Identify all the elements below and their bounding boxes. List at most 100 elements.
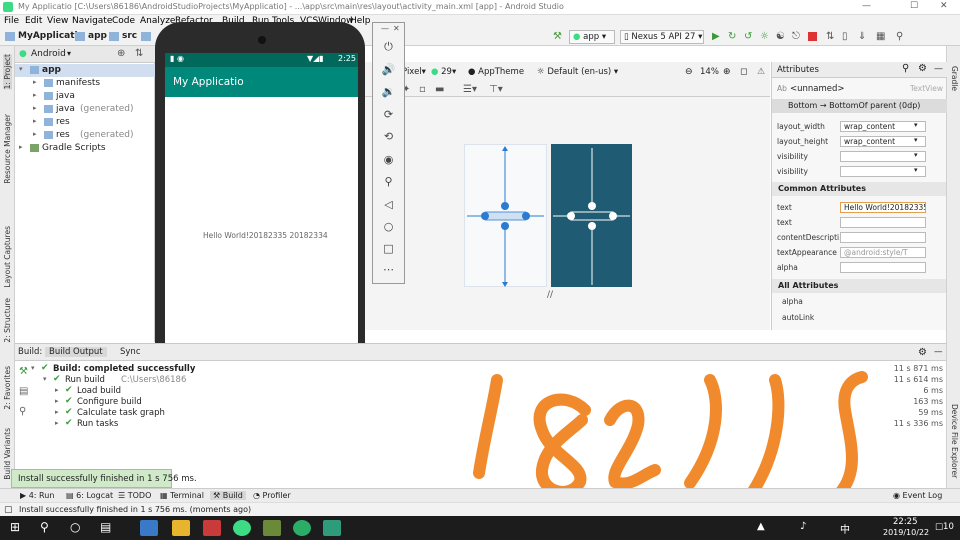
minimize-icon[interactable]: — bbox=[862, 1, 871, 11]
infer-constraints-icon[interactable]: ▬ bbox=[435, 84, 444, 95]
attribute-value-input[interactable] bbox=[840, 262, 926, 273]
chevron-down-icon[interactable]: ▾ bbox=[914, 166, 918, 174]
gradle-tab[interactable]: Gradle bbox=[950, 66, 959, 91]
apply-code-icon[interactable]: ↺ bbox=[744, 31, 752, 42]
maximize-icon[interactable]: ☐ bbox=[910, 1, 918, 11]
intellij-icon[interactable] bbox=[203, 520, 221, 536]
expand-arrow-icon[interactable]: ▸ bbox=[33, 78, 37, 86]
rotate-left-icon[interactable]: ⟳ bbox=[373, 108, 404, 121]
tree-item[interactable]: ▸ res (generated) bbox=[15, 129, 155, 142]
zoom-in-icon[interactable]: ⊕ bbox=[723, 67, 731, 77]
event-log-tab[interactable]: ◉ Event Log bbox=[893, 491, 942, 500]
volume-icon[interactable]: ♪ bbox=[800, 521, 806, 532]
breadcrumb-app[interactable]: app bbox=[88, 31, 107, 41]
apply-changes-icon[interactable]: ↻ bbox=[728, 31, 736, 42]
structure-icon[interactable]: ▦ bbox=[876, 31, 885, 42]
tree-item[interactable]: ▸ res bbox=[15, 116, 155, 129]
taskbar-time[interactable]: 22:25 bbox=[893, 517, 918, 527]
expand-arrow-icon[interactable]: ▾ bbox=[43, 375, 47, 383]
device-select[interactable]: ▯ Nexus 5 API 27 ▾ bbox=[620, 30, 704, 44]
apps-icon[interactable]: ▤ bbox=[100, 520, 111, 534]
theme-select[interactable]: ● AppTheme bbox=[468, 67, 524, 77]
minimize-icon[interactable]: — bbox=[381, 24, 389, 33]
pin-icon[interactable]: ⚲ bbox=[19, 406, 26, 417]
structure-tab[interactable]: 2: Structure bbox=[3, 298, 12, 343]
rebuild-icon[interactable]: ⚒ bbox=[19, 366, 28, 377]
tree-item[interactable]: ▸ manifests bbox=[15, 77, 155, 90]
tab-build-output[interactable]: Build Output bbox=[45, 347, 107, 357]
back-icon[interactable]: ◁ bbox=[373, 198, 404, 211]
task-view-icon[interactable]: ○ bbox=[70, 520, 80, 534]
taskbar-date[interactable]: 2019/10/22 bbox=[883, 528, 929, 537]
minimize-panel-icon[interactable]: — bbox=[934, 64, 943, 74]
build-step[interactable]: Configure build bbox=[77, 397, 142, 407]
chevron-down-icon[interactable]: ▾ bbox=[67, 49, 71, 58]
gear-icon[interactable]: ⚙ bbox=[918, 347, 927, 358]
emulator-taskbar-icon[interactable] bbox=[323, 520, 341, 536]
breadcrumb-src[interactable]: src bbox=[122, 31, 137, 41]
power-icon[interactable]: ⏻ bbox=[373, 40, 404, 54]
tab-sync[interactable]: Sync bbox=[120, 347, 141, 357]
locate-icon[interactable]: ⊕ bbox=[117, 48, 125, 59]
attribute-value-input[interactable] bbox=[840, 232, 926, 243]
expand-arrow-icon[interactable]: ▸ bbox=[55, 419, 59, 427]
expand-arrow-icon[interactable]: ▸ bbox=[19, 143, 23, 151]
build-step[interactable]: Build: completed successfully bbox=[53, 364, 195, 374]
breadcrumb-project[interactable]: MyApplicatio bbox=[18, 31, 84, 41]
run-config-select[interactable]: ● app ▾ bbox=[569, 30, 615, 44]
device-file-explorer-tab[interactable]: Device File Explorer bbox=[950, 404, 959, 478]
tab-profiler[interactable]: ◔ Profiler bbox=[253, 491, 291, 500]
guidelines-icon[interactable]: ⊤▾ bbox=[489, 84, 503, 95]
tab-terminal[interactable]: ▦ Terminal bbox=[160, 491, 204, 500]
close-icon[interactable]: ✕ bbox=[940, 1, 948, 11]
expand-arrow-icon[interactable]: ▸ bbox=[55, 386, 59, 394]
windows-start-icon[interactable]: ⊞ bbox=[10, 520, 20, 534]
attribute-value-input[interactable]: Hello World!20182335 bbox=[840, 202, 926, 213]
edge-app-icon[interactable] bbox=[140, 520, 158, 536]
expand-arrow-icon[interactable]: ▸ bbox=[55, 408, 59, 416]
screenshot-icon[interactable]: ◉ bbox=[373, 153, 404, 166]
menu-code[interactable]: Code bbox=[112, 16, 135, 26]
run-icon[interactable]: ▶ bbox=[712, 31, 720, 42]
close-icon[interactable]: ✕ bbox=[393, 24, 400, 33]
attribute-value-input[interactable] bbox=[840, 217, 926, 228]
android-studio-taskbar-icon[interactable] bbox=[263, 520, 281, 536]
tree-item[interactable]: ▸ Gradle Scripts bbox=[15, 142, 155, 155]
search-icon[interactable]: ⚲ bbox=[902, 63, 909, 74]
home-icon[interactable]: ○ bbox=[373, 220, 404, 233]
api-select[interactable]: ● 29▾ bbox=[431, 67, 456, 77]
ime-icon[interactable]: 中 bbox=[840, 521, 850, 536]
all-attributes-header[interactable]: All Attributes bbox=[772, 279, 946, 293]
tree-item[interactable]: ▾ app bbox=[15, 64, 155, 77]
attach-icon[interactable]: ⎋ bbox=[792, 31, 800, 42]
overview-icon[interactable]: □ bbox=[373, 242, 404, 255]
debug-icon[interactable]: ☼ bbox=[760, 31, 769, 42]
expand-arrow-icon[interactable]: ▸ bbox=[33, 104, 37, 112]
chevron-down-icon[interactable]: ▾ bbox=[914, 151, 918, 159]
expand-arrow-icon[interactable]: ▸ bbox=[33, 130, 37, 138]
menu-navigate[interactable]: Navigate bbox=[72, 16, 112, 26]
locale-select[interactable]: ☼ Default (en-us) ▾ bbox=[537, 67, 618, 77]
project-view-select[interactable]: Android bbox=[31, 49, 66, 59]
build-step[interactable]: Calculate task graph bbox=[77, 408, 165, 418]
network-icon[interactable]: ▲ bbox=[757, 521, 765, 532]
search-icon[interactable]: ⚲ bbox=[896, 31, 903, 42]
expand-arrow-icon[interactable]: ▾ bbox=[31, 364, 35, 372]
zoom-fit-icon[interactable]: ◻ bbox=[740, 67, 747, 77]
build-step[interactable]: Load build bbox=[77, 386, 121, 396]
common-attributes-header[interactable]: Common Attributes bbox=[772, 182, 946, 196]
hammer-icon[interactable]: ⚒ bbox=[553, 31, 562, 42]
build-step[interactable]: Run build bbox=[65, 375, 105, 385]
file-explorer-icon[interactable] bbox=[172, 520, 190, 536]
status-icon[interactable]: ▢ bbox=[4, 505, 13, 515]
menu-view[interactable]: View bbox=[47, 16, 68, 26]
wechat-icon[interactable] bbox=[293, 520, 311, 536]
profile-icon[interactable]: ☯ bbox=[776, 31, 785, 42]
zoom-out-icon[interactable]: ⊖ bbox=[685, 67, 693, 77]
resource-manager-tab[interactable]: Resource Manager bbox=[3, 114, 12, 184]
stop-icon[interactable] bbox=[808, 32, 817, 41]
clear-constraints-icon[interactable]: ▫ bbox=[419, 84, 426, 95]
expand-arrow-icon[interactable]: ▸ bbox=[55, 397, 59, 405]
avd-manager-icon[interactable]: ▯ bbox=[842, 31, 848, 42]
tab-todo[interactable]: ☰ TODO bbox=[118, 491, 151, 500]
